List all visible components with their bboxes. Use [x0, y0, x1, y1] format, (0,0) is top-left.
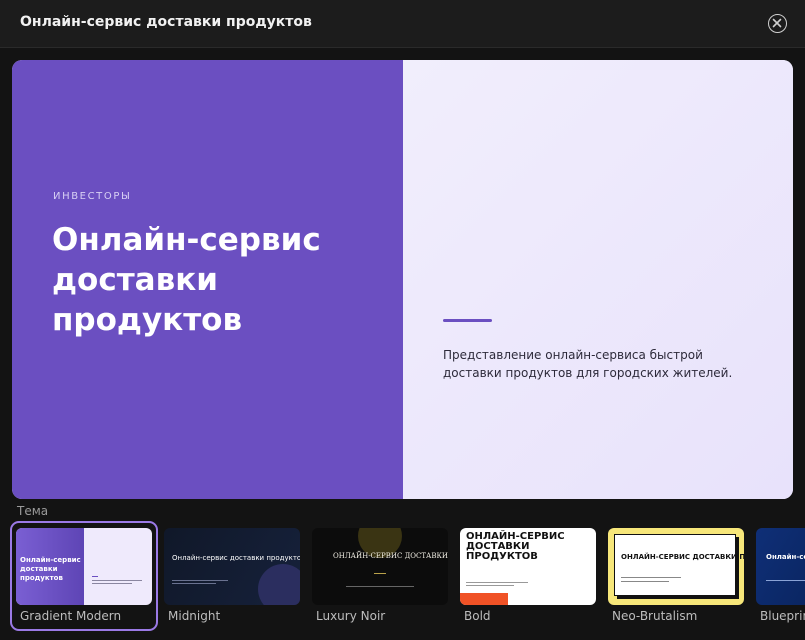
thumb-line: [621, 581, 669, 582]
thumb-text: Онлайн-сервис доставки продуктов: [172, 554, 300, 562]
thumb-text: Онлайн-сервис доставки продуктов: [766, 553, 805, 561]
slide-kicker: ИНВЕСТОРЫ: [53, 191, 132, 202]
theme-thumb-luxury-noir[interactable]: ОНЛАЙН-СЕРВИС ДОСТАВКИ: [312, 528, 448, 605]
slide-title: Онлайн-сервис доставки продуктов: [52, 222, 321, 338]
theme-name[interactable]: Gradient Modern: [20, 609, 121, 623]
thumb-line: [92, 583, 132, 584]
theme-label: Тема: [17, 504, 49, 518]
dialog-header: Онлайн-сервис доставки продуктов: [0, 0, 805, 48]
thumb-text: Онлайн-сервис доставки продуктов: [20, 556, 81, 582]
thumb-accent: [92, 576, 98, 577]
theme-name[interactable]: Midnight: [168, 609, 220, 623]
thumb-line: [172, 583, 216, 584]
close-button[interactable]: [768, 14, 787, 33]
thumb-line: [346, 586, 414, 587]
theme-thumb-gradient-modern[interactable]: Онлайн-сервис доставки продуктов: [16, 528, 152, 605]
accent-line: [443, 319, 492, 322]
slide-preview: ИНВЕСТОРЫ Онлайн-сервис доставки продукт…: [12, 60, 793, 499]
thumb-text: ОНЛАЙН-СЕРВИС ДОСТАВКИ: [333, 552, 448, 560]
close-icon: [772, 18, 782, 28]
theme-name[interactable]: Luxury Noir: [316, 609, 385, 623]
thumb-line: [92, 580, 142, 581]
thumb-circle: [258, 564, 300, 605]
thumb-accent: [374, 573, 386, 574]
theme-name[interactable]: Blueprint: [760, 609, 805, 623]
slide-description: Представление онлайн-сервиса быстрой дос…: [443, 348, 733, 380]
theme-name[interactable]: Neo-Brutalism: [612, 609, 697, 623]
thumb-card: ОНЛАЙН-СЕРВИС ДОСТАВКИ ПРОДУКТОВ: [614, 534, 744, 596]
theme-thumb-neo-brutalism[interactable]: ОНЛАЙН-СЕРВИС ДОСТАВКИ ПРОДУКТОВ: [608, 528, 744, 605]
thumb-line: [466, 585, 514, 586]
slide-left-panel: ИНВЕСТОРЫ Онлайн-сервис доставки продукт…: [12, 60, 403, 499]
theme-thumb-bold[interactable]: ОНЛАЙН-СЕРВИС ДОСТАВКИ ПРОДУКТОВ: [460, 528, 596, 605]
thumb-line: [766, 580, 805, 581]
theme-thumb-midnight[interactable]: Онлайн-сервис доставки продуктов: [164, 528, 300, 605]
dialog-title: Онлайн-сервис доставки продуктов: [20, 14, 312, 30]
thumb-line: [466, 582, 528, 583]
thumb-line: [621, 577, 681, 578]
theme-thumb-blueprint[interactable]: Онлайн-сервис доставки продуктов: [756, 528, 805, 605]
theme-name[interactable]: Bold: [464, 609, 491, 623]
thumb-text: ОНЛАЙН-СЕРВИС ДОСТАВКИ ПРОДУКТОВ: [466, 531, 565, 562]
thumb-accent-bar: [460, 593, 508, 605]
slide-right-panel: Представление онлайн-сервиса быстрой дос…: [403, 60, 793, 499]
thumb-text: ОНЛАЙН-СЕРВИС ДОСТАВКИ ПРОДУКТОВ: [621, 553, 744, 561]
thumb-line: [172, 580, 228, 581]
